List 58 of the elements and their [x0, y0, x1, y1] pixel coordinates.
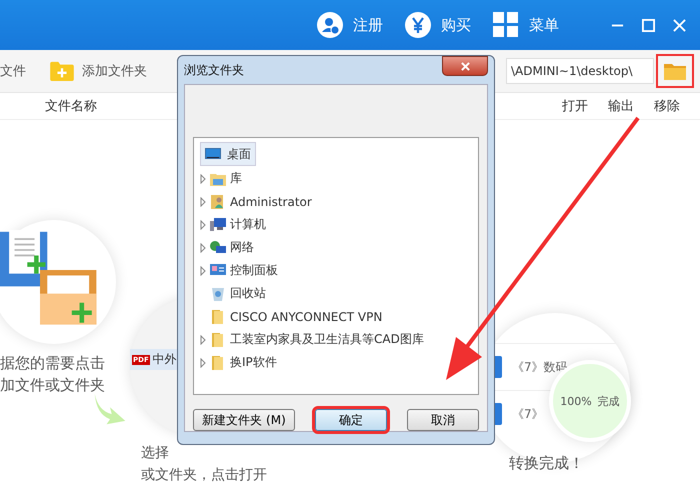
- tree-item[interactable]: 工装室内家具及卫生洁具等CAD图库: [200, 328, 424, 351]
- add-file-button[interactable]: 文件: [0, 62, 26, 80]
- expand-triangle-icon[interactable]: [200, 196, 206, 206]
- close-icon: [460, 62, 470, 70]
- recycle-bin-icon: [210, 286, 226, 300]
- column-header: 输出: [608, 98, 634, 115]
- step-text: 选择: [141, 444, 170, 463]
- expand-triangle-icon[interactable]: [200, 220, 206, 230]
- column-header: 移除: [654, 98, 680, 115]
- file-name: 《7》: [512, 406, 544, 422]
- monitor-icon: [205, 147, 221, 161]
- close-button[interactable]: [442, 56, 488, 76]
- dialog-button[interactable]: 新建文件夹 (M): [193, 409, 295, 431]
- header-button[interactable]: 注册: [317, 12, 383, 38]
- tree-item[interactable]: CISCO ANYCONNECT VPN: [200, 305, 382, 328]
- maximize-icon[interactable]: [642, 18, 655, 32]
- column-header: 文件名称: [45, 98, 97, 115]
- tree-item[interactable]: 回收站: [200, 282, 266, 305]
- folder-icon: [210, 332, 226, 346]
- expand-triangle-icon[interactable]: [200, 174, 206, 184]
- expand-triangle-icon[interactable]: [200, 242, 206, 252]
- tree-item[interactable]: 控制面板: [200, 259, 278, 282]
- step-text: 或文件夹，点击打开: [141, 466, 267, 485]
- folder-icon: [210, 310, 226, 324]
- computer-icon: [210, 218, 226, 232]
- tree-item[interactable]: Administrator: [200, 190, 312, 213]
- step-text: 加文件或文件夹: [0, 375, 105, 396]
- folder-plus-icon: [50, 61, 74, 81]
- network-icon: [210, 240, 226, 254]
- library-icon: [210, 172, 226, 186]
- header-button[interactable]: 菜单: [493, 12, 559, 38]
- column-header: 打开: [562, 98, 588, 115]
- dialog-button[interactable]: 取消: [407, 409, 479, 431]
- folder-icon: [664, 62, 686, 80]
- expand-triangle-icon[interactable]: [200, 266, 206, 276]
- browse-folder-button[interactable]: [656, 54, 694, 88]
- expand-triangle-icon[interactable]: [200, 334, 206, 344]
- user-icon: [317, 12, 343, 38]
- step-text: 据您的需要点击: [0, 353, 105, 374]
- tree-item[interactable]: 桌面: [200, 142, 256, 166]
- add-folder-button[interactable]: 添加文件夹: [44, 60, 153, 82]
- path-field[interactable]: \ADMINI~1\desktop\: [506, 58, 654, 84]
- expand-triangle-icon[interactable]: [200, 358, 206, 368]
- folder-icon: [210, 356, 226, 370]
- tree-item[interactable]: 网络: [200, 236, 254, 259]
- dialog-title: 浏览文件夹: [184, 62, 244, 78]
- tree-item[interactable]: 计算机: [200, 213, 266, 236]
- header-button[interactable]: 购买: [405, 12, 471, 38]
- step-text: 转换完成！: [509, 454, 584, 472]
- grid-icon: [493, 12, 519, 38]
- control-panel-icon: [210, 264, 226, 278]
- tree-item[interactable]: 库: [200, 167, 242, 190]
- dialog-button[interactable]: 确定: [315, 409, 387, 431]
- yen-icon: [405, 12, 431, 38]
- close-icon[interactable]: [673, 18, 686, 32]
- tree-item[interactable]: 换IP软件: [200, 351, 277, 374]
- user-folder-icon: [210, 194, 226, 208]
- file-name: 中外: [152, 351, 177, 368]
